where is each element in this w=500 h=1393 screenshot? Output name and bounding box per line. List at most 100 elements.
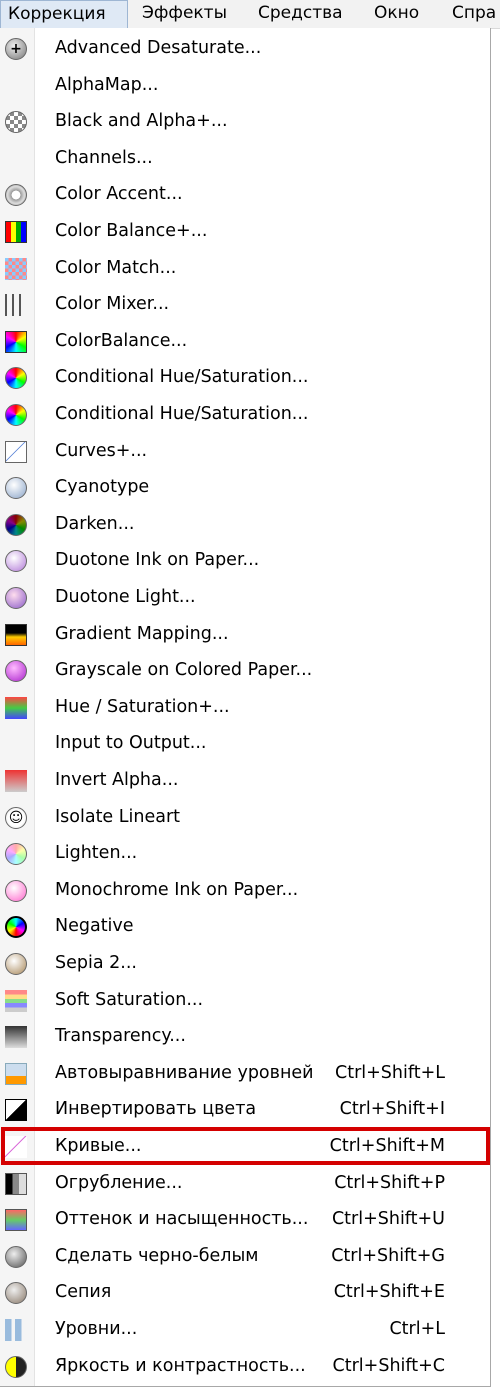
menu-item[interactable]: AlphaMap... bbox=[0, 67, 489, 103]
menu-item-label: Яркость и контрастность... bbox=[55, 1356, 306, 1376]
dark-wheel-icon bbox=[5, 514, 27, 536]
menubar-item-0[interactable]: Коррекция bbox=[0, 0, 128, 28]
menu-item[interactable]: Curves+... bbox=[0, 433, 489, 469]
negative-wheel-icon bbox=[5, 916, 27, 938]
sepia-circle-icon bbox=[5, 953, 27, 975]
menu-item-label: Color Balance+... bbox=[55, 221, 208, 241]
menu-item-label: Сепия bbox=[55, 1282, 112, 1302]
menu-item[interactable]: Conditional Hue/Saturation... bbox=[0, 359, 489, 395]
menu-item-label: Сделать черно-белым bbox=[55, 1246, 259, 1266]
menu-item[interactable]: Lighten... bbox=[0, 835, 489, 871]
menu-item[interactable]: Оттенок и насыщенность... Ctrl+Shift+U bbox=[0, 1201, 489, 1237]
soft-stripes-icon bbox=[5, 990, 27, 1012]
menu-item[interactable]: Автовыравнивание уровней Ctrl+Shift+L bbox=[0, 1055, 489, 1091]
levels-icon bbox=[5, 1319, 27, 1341]
red-fade-square-icon bbox=[5, 770, 27, 792]
menu-item[interactable]: Сепия Ctrl+Shift+E bbox=[0, 1274, 489, 1310]
black-white-icon bbox=[5, 1246, 27, 1268]
violet-circle-icon bbox=[5, 587, 27, 609]
menu-item-label: AlphaMap... bbox=[55, 75, 159, 95]
menu-item[interactable]: Monochrome Ink on Paper... bbox=[0, 872, 489, 908]
smiley-icon: ☺ bbox=[5, 807, 27, 829]
gradient-square-icon bbox=[5, 624, 27, 646]
menu-item-label: Isolate Lineart bbox=[55, 807, 181, 827]
menu-bar: Коррекция Эффекты Средства Окно Спра bbox=[0, 0, 500, 29]
menu-item[interactable]: Duotone Light... bbox=[0, 579, 489, 615]
menu-item-label: Darken... bbox=[55, 514, 135, 534]
menu-item[interactable]: Darken... bbox=[0, 506, 489, 542]
menu-item[interactable]: + Advanced Desaturate... bbox=[0, 30, 489, 66]
menu-item-label: Negative bbox=[55, 916, 134, 936]
curves-plus-icon bbox=[5, 441, 27, 463]
menu-item-label: Black and Alpha+... bbox=[55, 111, 228, 131]
menu-item-shortcut: Ctrl+Shift+I bbox=[339, 1099, 445, 1119]
menu-item-label: Channels... bbox=[55, 148, 153, 168]
invert-colors-icon bbox=[5, 1099, 27, 1121]
auto-level-icon bbox=[5, 1063, 27, 1085]
menu-item[interactable]: Яркость и контрастность... Ctrl+Shift+C bbox=[0, 1348, 489, 1384]
gray-ring-icon bbox=[5, 184, 27, 206]
menu-item-label: Invert Alpha... bbox=[55, 770, 179, 790]
menu-item[interactable]: Color Mixer... bbox=[0, 286, 489, 322]
menu-item-label: Hue / Saturation+... bbox=[55, 697, 230, 717]
menubar-item-1[interactable]: Эффекты bbox=[142, 0, 252, 28]
menu-item[interactable]: Black and Alpha+... bbox=[0, 103, 489, 139]
menu-item[interactable]: Сделать черно-белым Ctrl+Shift+G bbox=[0, 1238, 489, 1274]
menu-item-shortcut: Ctrl+Shift+P bbox=[334, 1173, 445, 1193]
menu-item[interactable]: Gradient Mapping... bbox=[0, 616, 489, 652]
menubar-item-4[interactable]: Спра bbox=[452, 0, 500, 28]
color-grid-icon bbox=[5, 221, 27, 243]
mixer-sliders-icon bbox=[5, 294, 27, 316]
menu-item-label: Duotone Ink on Paper... bbox=[55, 550, 260, 570]
menu-item[interactable]: Sepia 2... bbox=[0, 945, 489, 981]
menubar-item-2[interactable]: Средства bbox=[258, 0, 368, 28]
menu-item[interactable]: Negative bbox=[0, 908, 489, 944]
menu-item[interactable]: Invert Alpha... bbox=[0, 762, 489, 798]
menu-item-label: Sepia 2... bbox=[55, 953, 137, 973]
magenta-circle-icon bbox=[5, 660, 27, 682]
color-wheel-icon bbox=[5, 404, 27, 426]
menu-item[interactable]: ColorBalance... bbox=[0, 323, 489, 359]
menu-item[interactable]: Color Balance+... bbox=[0, 213, 489, 249]
pink-circle-icon bbox=[5, 880, 27, 902]
menu-item-shortcut: Ctrl+Shift+C bbox=[332, 1356, 445, 1376]
menu-item-label: Duotone Light... bbox=[55, 587, 196, 607]
menu-item[interactable]: Color Match... bbox=[0, 250, 489, 286]
menu-item[interactable]: Hue / Saturation+... bbox=[0, 689, 489, 725]
menu-item[interactable]: Огрубление... Ctrl+Shift+P bbox=[0, 1165, 489, 1201]
menu-item[interactable]: Grayscale on Colored Paper... bbox=[0, 652, 489, 688]
color-wheel-icon bbox=[5, 367, 27, 389]
transparency-icon bbox=[5, 1026, 27, 1048]
menu-item[interactable]: Уровни... Ctrl+L bbox=[0, 1311, 489, 1347]
posterize-icon bbox=[5, 1173, 27, 1195]
menu-item[interactable]: Duotone Ink on Paper... bbox=[0, 542, 489, 578]
menu-item[interactable]: Cyanotype bbox=[0, 469, 489, 505]
hue-saturation-icon bbox=[5, 1209, 27, 1231]
menu-item[interactable]: Инвертировать цвета Ctrl+Shift+I bbox=[0, 1091, 489, 1127]
menu-item[interactable]: Transparency... bbox=[0, 1018, 489, 1054]
menu-item-label: Curves+... bbox=[55, 441, 148, 461]
menu-item[interactable]: Channels... bbox=[0, 140, 489, 176]
menu-item[interactable]: Input to Output... bbox=[0, 725, 489, 761]
menu-item-label: Color Mixer... bbox=[55, 294, 170, 314]
menu-item[interactable]: Color Accent... bbox=[0, 176, 489, 212]
purple-circle-icon bbox=[5, 550, 27, 572]
menu-item-shortcut: Ctrl+Shift+U bbox=[331, 1209, 445, 1229]
menu-item-label: Уровни... bbox=[55, 1319, 138, 1339]
sepia-icon bbox=[5, 1282, 27, 1304]
menu-item-shortcut: Ctrl+Shift+G bbox=[331, 1246, 445, 1266]
menu-item[interactable]: Soft Saturation... bbox=[0, 982, 489, 1018]
menu-item-label: Color Match... bbox=[55, 258, 177, 278]
menu-item[interactable]: ☺ Isolate Lineart bbox=[0, 799, 489, 835]
menu-item-label: Transparency... bbox=[55, 1026, 186, 1046]
menu-item-label: Input to Output... bbox=[55, 733, 207, 753]
color-dots-icon bbox=[5, 258, 27, 280]
menu-item-shortcut: Ctrl+L bbox=[389, 1319, 445, 1339]
menubar-item-3[interactable]: Окно bbox=[374, 0, 446, 28]
menu-item-label: Conditional Hue/Saturation... bbox=[55, 367, 309, 387]
checkered-circle-icon bbox=[5, 111, 27, 133]
menu-item-label: Soft Saturation... bbox=[55, 990, 204, 1010]
menu-item-label: Cyanotype bbox=[55, 477, 150, 497]
menu-item[interactable]: Conditional Hue/Saturation... bbox=[0, 396, 489, 432]
menu-item-label: Оттенок и насыщенность... bbox=[55, 1209, 309, 1229]
